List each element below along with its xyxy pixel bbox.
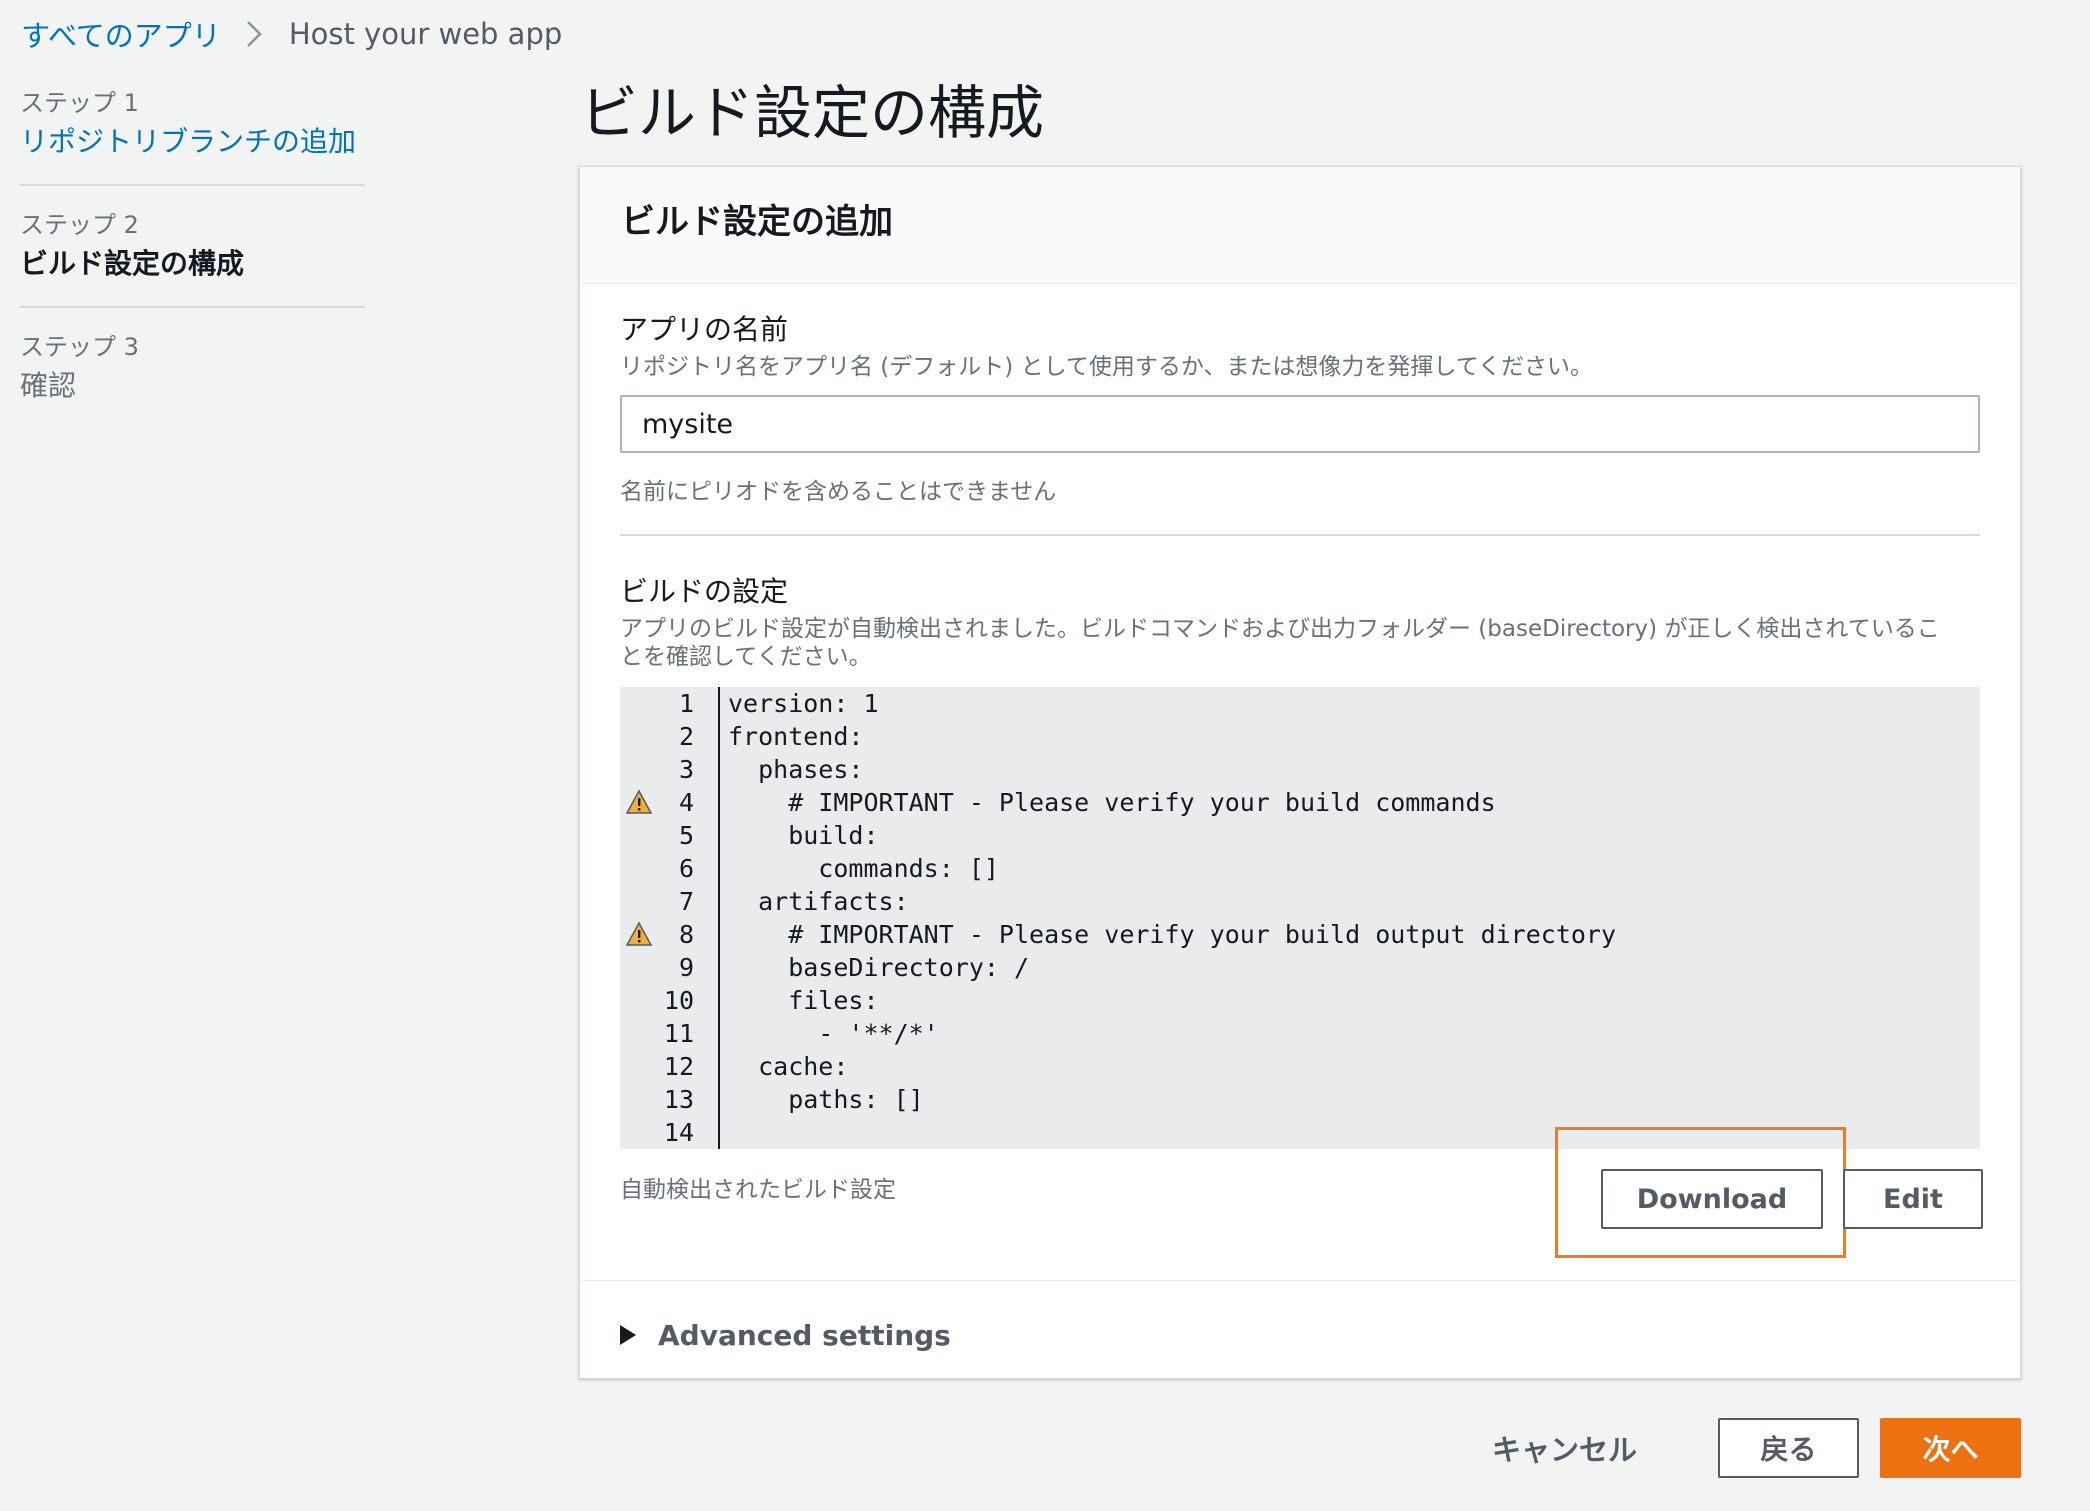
edit-button[interactable]: Edit bbox=[1843, 1169, 1983, 1229]
advanced-settings-label: Advanced settings bbox=[658, 1318, 951, 1352]
code-text: build: bbox=[728, 821, 879, 850]
line-number: 10 bbox=[663, 986, 694, 1015]
build-settings-description-2: とを確認してください。 bbox=[620, 644, 872, 670]
caret-right-icon bbox=[620, 1325, 636, 1345]
code-text: # IMPORTANT - Please verify your build c… bbox=[728, 788, 1496, 817]
code-text: version: 1 bbox=[728, 689, 879, 718]
breadcrumb-current: Host your web app bbox=[288, 17, 563, 51]
line-number: 2 bbox=[678, 722, 694, 751]
code-line: 13 paths: [] bbox=[620, 1083, 1980, 1116]
editor-caption: 自動検出されたビルド設定 bbox=[620, 1177, 896, 1203]
code-line: 14 bbox=[620, 1116, 1980, 1149]
line-number: 12 bbox=[663, 1052, 694, 1081]
build-settings-panel: ビルド設定の追加 アプリの名前 リポジトリ名をアプリ名 (デフォルト) として使… bbox=[579, 166, 2021, 1379]
step-2: ステップ 2 ビルド設定の構成 bbox=[20, 206, 365, 308]
line-number: 9 bbox=[678, 953, 694, 982]
code-line: 10 files: bbox=[620, 984, 1980, 1017]
code-line: 5 build: bbox=[620, 819, 1980, 852]
download-button[interactable]: Download bbox=[1601, 1169, 1823, 1229]
advanced-settings-toggle[interactable]: Advanced settings bbox=[620, 1307, 951, 1363]
line-number: 3 bbox=[678, 755, 694, 784]
code-text: frontend: bbox=[728, 722, 864, 751]
page-title: ビルド設定の構成 bbox=[580, 79, 1045, 147]
code-line: 7 artifacts: bbox=[620, 885, 1980, 918]
line-number: 11 bbox=[663, 1019, 694, 1048]
step-3: ステップ 3 確認 bbox=[20, 328, 365, 428]
next-button[interactable]: 次へ bbox=[1880, 1418, 2021, 1478]
panel-header: ビルド設定の追加 bbox=[580, 167, 2020, 284]
line-number: 1 bbox=[678, 689, 694, 718]
code-text: artifacts: bbox=[728, 887, 909, 916]
back-button[interactable]: 戻る bbox=[1718, 1418, 1859, 1478]
divider bbox=[580, 1280, 2020, 1281]
chevron-right-icon bbox=[245, 19, 263, 49]
line-number: 5 bbox=[678, 821, 694, 850]
line-number: 13 bbox=[663, 1085, 694, 1114]
line-number: 6 bbox=[678, 854, 694, 883]
code-text: # IMPORTANT - Please verify your build o… bbox=[728, 920, 1617, 949]
step-number: ステップ 3 bbox=[20, 333, 139, 361]
app-name-description: リポジトリ名をアプリ名 (デフォルト) として使用するか、または想像力を発揮して… bbox=[620, 354, 1594, 380]
step-number: ステップ 1 bbox=[20, 89, 139, 117]
code-text: paths: [] bbox=[728, 1085, 924, 1114]
step-navigation: ステップ 1 リポジトリブランチの追加 ステップ 2 ビルド設定の構成 ステップ… bbox=[20, 84, 365, 448]
divider bbox=[620, 534, 1980, 536]
cancel-button[interactable]: キャンセル bbox=[1492, 1420, 1637, 1476]
code-line: 8 # IMPORTANT - Please verify your build… bbox=[620, 918, 1980, 951]
step-2-label: ビルド設定の構成 bbox=[20, 247, 245, 280]
code-line: 12 cache: bbox=[620, 1050, 1980, 1083]
warning-icon bbox=[625, 921, 653, 947]
code-line: 3 phases: bbox=[620, 753, 1980, 786]
code-line: 1 version: 1 bbox=[620, 687, 1980, 720]
code-line: 4 # IMPORTANT - Please verify your build… bbox=[620, 786, 1980, 819]
warning-icon bbox=[625, 789, 653, 815]
code-line: 6 commands: [] bbox=[620, 852, 1980, 885]
code-text: - '**/*' bbox=[728, 1019, 939, 1048]
build-settings-description-1: アプリのビルド設定が自動検出されました。ビルドコマンドおよび出力フォルダー (b… bbox=[620, 616, 1940, 642]
line-number: 8 bbox=[678, 920, 694, 949]
code-text: cache: bbox=[728, 1052, 849, 1081]
panel-title: ビルド設定の追加 bbox=[621, 202, 893, 242]
step-number: ステップ 2 bbox=[20, 211, 139, 239]
app-name-label: アプリの名前 bbox=[620, 313, 789, 346]
step-1: ステップ 1 リポジトリブランチの追加 bbox=[20, 84, 365, 186]
code-text: phases: bbox=[728, 755, 864, 784]
code-line: 9 baseDirectory: / bbox=[620, 951, 1980, 984]
line-number: 7 bbox=[678, 887, 694, 916]
build-spec-code-editor[interactable]: 1 version: 1 2 frontend: 3 phases: 4 # IMPORT… bbox=[620, 687, 1980, 1149]
app-name-input[interactable] bbox=[620, 395, 1980, 453]
build-settings-label: ビルドの設定 bbox=[620, 575, 789, 608]
line-number: 14 bbox=[663, 1118, 694, 1147]
code-line: 2 frontend: bbox=[620, 720, 1980, 753]
code-text: baseDirectory: / bbox=[728, 953, 1030, 982]
code-text: files: bbox=[728, 986, 879, 1015]
code-line: 11 - '**/*' bbox=[620, 1017, 1980, 1050]
breadcrumb: すべてのアプリ Host your web app bbox=[21, 12, 562, 56]
line-number: 4 bbox=[678, 788, 694, 817]
app-name-hint: 名前にピリオドを含めることはできません bbox=[620, 479, 1057, 505]
code-text: commands: [] bbox=[728, 854, 999, 883]
step-1-link[interactable]: リポジトリブランチの追加 bbox=[20, 122, 365, 162]
step-3-label: 確認 bbox=[20, 369, 77, 402]
breadcrumb-home-link[interactable]: すべてのアプリ bbox=[21, 13, 221, 55]
